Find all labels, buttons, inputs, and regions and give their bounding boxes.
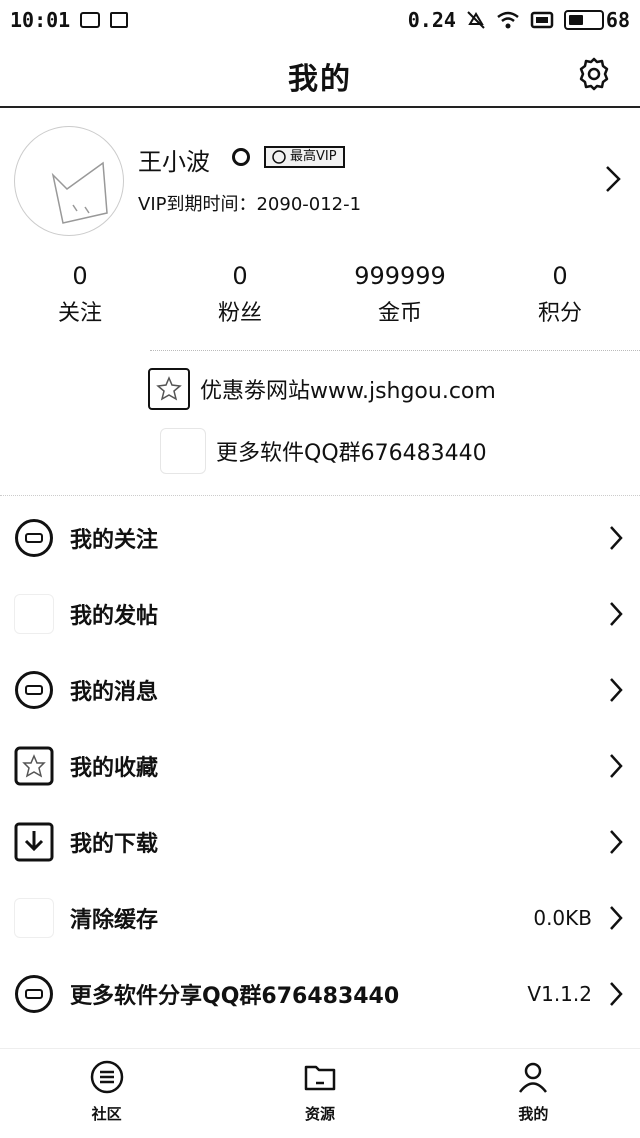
- stat-points[interactable]: 0 积分: [480, 258, 640, 338]
- user-icon: [519, 1062, 548, 1093]
- nav-label: 社区: [91, 1105, 122, 1123]
- status-bar: 10:01 0.24 68: [0, 0, 640, 40]
- bag-icon: [110, 12, 129, 28]
- chevron-right-icon: [610, 602, 623, 626]
- divider: [150, 350, 640, 351]
- promo-text: 优惠劵网站www.jshgou.com: [200, 379, 496, 404]
- vip-badge-label: 最高VIP: [290, 149, 337, 164]
- menu-label: 更多软件分享QQ群676483440: [70, 984, 400, 1009]
- avatar-placeholder-icon: [51, 161, 108, 224]
- notification-icon: [80, 12, 101, 28]
- stat-label: 关注: [57, 301, 102, 326]
- nav-tab-resources[interactable]: 资源: [213, 1049, 426, 1138]
- nav-label: 资源: [304, 1105, 335, 1123]
- stat-follow[interactable]: 0 关注: [0, 258, 160, 338]
- promo-coupon-site[interactable]: 优惠劵网站www.jshgou.com: [148, 366, 496, 412]
- wifi-icon: [497, 11, 519, 29]
- stat-value: 999999: [354, 262, 446, 290]
- bottom-nav: 社区 资源 我的: [0, 1048, 640, 1138]
- nav-tab-community[interactable]: 社区: [0, 1049, 213, 1138]
- menu-label: 清除缓存: [70, 908, 159, 933]
- chevron-right-icon: [610, 830, 623, 854]
- share-icon: [14, 974, 54, 1014]
- stat-value: 0: [232, 262, 248, 290]
- menu-item-my-favorites[interactable]: 我的收藏: [0, 728, 640, 804]
- stat-coins[interactable]: 999999 金币: [320, 258, 480, 338]
- username: 王小波: [138, 148, 210, 176]
- menu-item-my-downloads[interactable]: 我的下载: [0, 804, 640, 880]
- menu-label: 我的关注: [70, 528, 159, 553]
- menu-list: 我的关注 我的发帖 我的消息 我的收藏 我的下载 清除缓存 0.0KB 更多软件…: [0, 500, 640, 1032]
- menu-label: 我的消息: [70, 680, 159, 705]
- download-icon: [14, 822, 54, 862]
- stat-label: 金币: [377, 301, 422, 326]
- menu-item-my-posts[interactable]: 我的发帖: [0, 576, 640, 652]
- vip-crown-icon: [272, 150, 286, 164]
- follow-icon: [14, 518, 54, 558]
- header: 我的: [0, 40, 640, 108]
- message-icon: [14, 670, 54, 710]
- clear-cache-icon: [14, 898, 54, 938]
- battery-icon: [563, 10, 604, 30]
- menu-label: 我的发帖: [70, 604, 159, 629]
- stat-value: 0: [552, 262, 568, 290]
- nav-label: 我的: [518, 1105, 549, 1123]
- favorite-icon: [14, 746, 54, 786]
- stat-fans[interactable]: 0 粉丝: [160, 258, 320, 338]
- menu-label: 我的收藏: [70, 756, 159, 781]
- promo-qq-group[interactable]: 更多软件QQ群676483440: [160, 428, 487, 474]
- battery-level: 68: [605, 8, 630, 32]
- status-time: 10:01: [10, 8, 71, 32]
- divider: [0, 495, 640, 496]
- promo-text: 更多软件QQ群676483440: [216, 441, 487, 466]
- chevron-right-icon: [610, 678, 623, 702]
- menu-item-my-messages[interactable]: 我的消息: [0, 652, 640, 728]
- chevron-right-icon: [610, 754, 623, 778]
- cache-size: 0.0KB: [533, 906, 592, 930]
- stat-label: 粉丝: [217, 301, 262, 326]
- battery-indicator: 68: [563, 8, 630, 32]
- vip-badge: 最高VIP: [264, 146, 345, 168]
- avatar[interactable]: [14, 126, 124, 236]
- network-speed: 0.24: [407, 8, 456, 32]
- profile-card[interactable]: 王小波 最高VIP VIP到期时间：2090-012-1: [0, 120, 640, 240]
- coupon-icon: [148, 368, 190, 410]
- chevron-right-icon: [610, 982, 623, 1006]
- online-status-icon: [232, 148, 250, 166]
- menu-item-clear-cache[interactable]: 清除缓存 0.0KB: [0, 880, 640, 956]
- vip-expire-date: VIP到期时间：2090-012-1: [138, 194, 362, 215]
- stat-value: 0: [72, 262, 88, 290]
- gear-icon[interactable]: [576, 56, 612, 92]
- stat-label: 积分: [537, 301, 582, 326]
- page-title: 我的: [288, 62, 352, 97]
- menu-item-share-qq-group[interactable]: 更多软件分享QQ群676483440 V1.1.2: [0, 956, 640, 1032]
- signal-box-icon: [530, 11, 554, 29]
- stats-row: 0 关注 0 粉丝 999999 金币 0 积分: [0, 258, 640, 338]
- status-left: 10:01: [10, 8, 129, 32]
- chevron-right-icon: [606, 166, 621, 192]
- qq-group-icon: [160, 428, 206, 474]
- menu-label: 我的下载: [70, 832, 159, 857]
- app-version: V1.1.2: [527, 982, 592, 1006]
- folder-icon: [304, 1065, 336, 1091]
- chevron-right-icon: [610, 906, 623, 930]
- chevron-right-icon: [610, 526, 623, 550]
- status-right: 0.24 68: [408, 8, 630, 32]
- menu-item-my-follows[interactable]: 我的关注: [0, 500, 640, 576]
- posts-icon: [14, 594, 54, 634]
- nav-tab-mine[interactable]: 我的: [427, 1049, 640, 1138]
- list-icon: [90, 1060, 123, 1094]
- mute-icon: [467, 11, 485, 29]
